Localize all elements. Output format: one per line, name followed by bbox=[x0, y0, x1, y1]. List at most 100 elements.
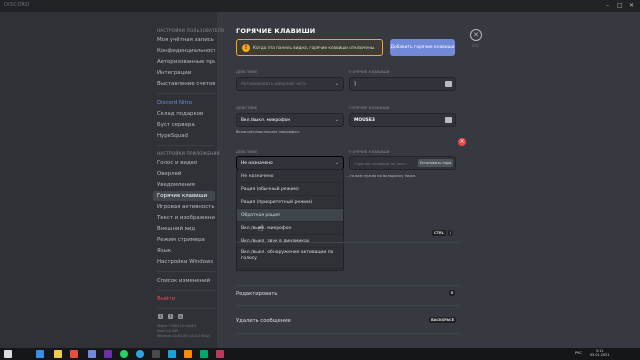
action-select-value: Активировать оверлей чата bbox=[241, 82, 306, 87]
sidebar-item-text-images[interactable]: Текст и изображения bbox=[153, 213, 215, 223]
sidebar-item-appearance[interactable]: Внешний вид bbox=[153, 224, 215, 234]
taskbar-app-icon[interactable] bbox=[54, 350, 62, 358]
close-window-icon[interactable]: ✕ bbox=[629, 2, 634, 9]
keyboard-icon bbox=[445, 117, 452, 123]
hotkey-label: ГОРЯЧИЕ КЛАВИШИ bbox=[349, 70, 390, 74]
action-label: ДЕЙСТВИЕ bbox=[236, 106, 258, 110]
sidebar-item-notifications[interactable]: Уведомления bbox=[153, 180, 215, 190]
action-dropdown-menu: Не назначено Рация (обычный режим) Рация… bbox=[236, 169, 344, 271]
action-select-disabled: Активировать оверлей чата ⌄ bbox=[236, 77, 344, 91]
taskbar-app-icon[interactable] bbox=[200, 350, 208, 358]
logout-button[interactable]: Выйти bbox=[153, 294, 215, 304]
action-label: ДЕЙСТВИЕ bbox=[236, 150, 258, 154]
pencil-icon: / bbox=[448, 230, 454, 236]
action-select-value: Вкл./выкл. микрофон bbox=[241, 118, 291, 123]
sidebar-item-voice-video[interactable]: Голос и видео bbox=[153, 158, 215, 168]
sidebar-item-language[interactable]: Язык bbox=[153, 246, 215, 256]
clock-date: 05.01.2021 bbox=[590, 353, 610, 357]
key-badge: CTRL bbox=[432, 230, 446, 236]
instagram-icon[interactable]: ◎ bbox=[178, 314, 183, 319]
record-keybind-button[interactable]: Установить горя bbox=[417, 159, 453, 167]
facebook-icon[interactable]: f bbox=[168, 314, 173, 319]
taskbar-discord-icon[interactable] bbox=[88, 350, 96, 358]
chevron-down-icon: ⌄ bbox=[334, 81, 339, 87]
taskbar-app-icon[interactable] bbox=[216, 350, 224, 358]
taskbar-app-icon[interactable] bbox=[120, 350, 128, 358]
divider bbox=[236, 305, 460, 306]
chevron-down-icon: ⌄ bbox=[334, 160, 339, 166]
sidebar-divider bbox=[157, 308, 215, 309]
sidebar-item-gift-inventory[interactable]: Склад подарков bbox=[153, 109, 215, 119]
taskbar-app-icon[interactable] bbox=[36, 350, 44, 358]
taskbar-app-icon[interactable] bbox=[104, 350, 112, 358]
taskbar-app-icon[interactable] bbox=[152, 350, 160, 358]
action-select-open[interactable]: Не назначено ⌄ bbox=[236, 156, 344, 170]
sidebar-item-game-activity[interactable]: Игровая активность bbox=[153, 202, 215, 212]
sidebar-item-streamer-mode[interactable]: Режим стримера bbox=[153, 235, 215, 245]
esc-label: ESC bbox=[472, 44, 480, 48]
hotkey-field[interactable]: Горячие клавиши не назн… Установить горя bbox=[349, 156, 456, 170]
sidebar-item-overlay[interactable]: Оверлей bbox=[153, 169, 215, 179]
keybind-label: Редактировать bbox=[236, 291, 278, 297]
dropdown-option[interactable]: Вкл./выкл. микрофон bbox=[237, 222, 343, 235]
divider bbox=[236, 285, 460, 286]
keybinds-disabled-warning: ! Когда эта панель видна, горячие клавиш… bbox=[236, 39, 383, 56]
taskbar-app-icon[interactable] bbox=[168, 350, 176, 358]
warning-text: Когда эта панель видна, горячие клавиши … bbox=[253, 45, 376, 50]
sidebar-divider bbox=[157, 271, 215, 272]
divider bbox=[236, 333, 460, 334]
app-title: DISCORD bbox=[4, 2, 30, 8]
keyboard-icon bbox=[445, 81, 452, 87]
taskbar-app-icon[interactable] bbox=[70, 350, 78, 358]
sidebar-item-privacy[interactable]: Конфиденциальность bbox=[153, 46, 215, 56]
dropdown-option[interactable]: Вкл./выкл. обнаружение активации по голо… bbox=[237, 248, 343, 269]
hand-cursor-icon: ☝ bbox=[258, 224, 264, 234]
sidebar-divider bbox=[157, 145, 215, 146]
user-settings-heading: НАСТРОЙКИ ПОЛЬЗОВАТЕЛЯ bbox=[157, 28, 225, 33]
sidebar-item-billing[interactable]: Выставление счетов bbox=[153, 79, 215, 89]
divider bbox=[236, 242, 460, 243]
hotkey-placeholder: Горячие клавиши не назн… bbox=[354, 161, 410, 166]
version-line: Windows 10 64-Bit (10.0.19042) bbox=[157, 334, 211, 338]
keybind-row: Редактировать E bbox=[236, 290, 460, 297]
sidebar-item-changelog[interactable]: Список изменений bbox=[153, 276, 215, 286]
hotkey-field[interactable]: MOUSE3 bbox=[349, 113, 456, 127]
keyboard-language[interactable]: РУС bbox=[575, 351, 582, 355]
hotkey-label: ГОРЯЧИЕ КЛАВИШИ bbox=[349, 150, 390, 154]
sidebar-item-account[interactable]: Моя учётная запись bbox=[153, 35, 215, 45]
system-clock[interactable]: 3:11 05.01.2021 bbox=[590, 349, 609, 357]
windows-taskbar bbox=[0, 348, 640, 360]
action-select-value: Не назначено bbox=[241, 161, 273, 166]
sidebar-item-windows-settings[interactable]: Настройки Windows bbox=[153, 257, 215, 267]
version-line: Stable 74864 (9c3ad4f) bbox=[157, 324, 196, 328]
action-select[interactable]: Вкл./выкл. микрофон ⌄ bbox=[236, 113, 344, 127]
sidebar-item-integrations[interactable]: Интеграции bbox=[153, 68, 215, 78]
action-description: Включает/выключает микрофон. bbox=[236, 130, 301, 134]
chevron-down-icon: ⌄ bbox=[334, 117, 339, 123]
sidebar-item-keybinds[interactable]: Горячие клавиши bbox=[153, 191, 215, 201]
taskbar-app-icon[interactable] bbox=[184, 350, 192, 358]
version-line: Host 0.0.309 bbox=[157, 329, 179, 333]
minimize-icon[interactable]: – bbox=[606, 2, 609, 9]
windows-start-icon[interactable] bbox=[4, 350, 12, 358]
hotkey-field[interactable]: ] bbox=[349, 77, 456, 91]
sidebar-item-nitro[interactable]: Discord Nitro bbox=[153, 98, 215, 108]
dropdown-option-hovered[interactable]: Обратная рация bbox=[237, 209, 343, 222]
title-bar: DISCORD – □ ✕ bbox=[0, 0, 640, 12]
delete-keybind-icon[interactable]: × bbox=[458, 138, 466, 146]
sidebar-item-server-boost[interactable]: Буст сервера bbox=[153, 120, 215, 130]
taskbar-app-icon[interactable] bbox=[136, 350, 144, 358]
maximize-icon[interactable]: □ bbox=[617, 2, 623, 9]
sidebar-item-hypesquad[interactable]: HypeSquad bbox=[153, 131, 215, 141]
page-title: ГОРЯЧИЕ КЛАВИШИ bbox=[236, 27, 316, 35]
key-badge: BACKSPACE bbox=[429, 317, 457, 323]
dropdown-option[interactable]: Не назначено bbox=[237, 170, 343, 183]
dropdown-option[interactable]: Рация (обычный режим) bbox=[237, 183, 343, 196]
add-keybind-button[interactable]: Добавить горячие клавиши bbox=[390, 39, 455, 56]
close-icon[interactable]: ✕ bbox=[470, 29, 482, 41]
sidebar-item-authorized-apps[interactable]: Авторизованные прил… bbox=[153, 57, 215, 67]
action-label: ДЕЙСТВИЕ bbox=[236, 70, 258, 74]
dropdown-option[interactable]: Рация (приоритетный режим) bbox=[237, 196, 343, 209]
twitter-icon[interactable]: t bbox=[158, 314, 163, 319]
hotkey-value: MOUSE3 bbox=[354, 118, 375, 123]
